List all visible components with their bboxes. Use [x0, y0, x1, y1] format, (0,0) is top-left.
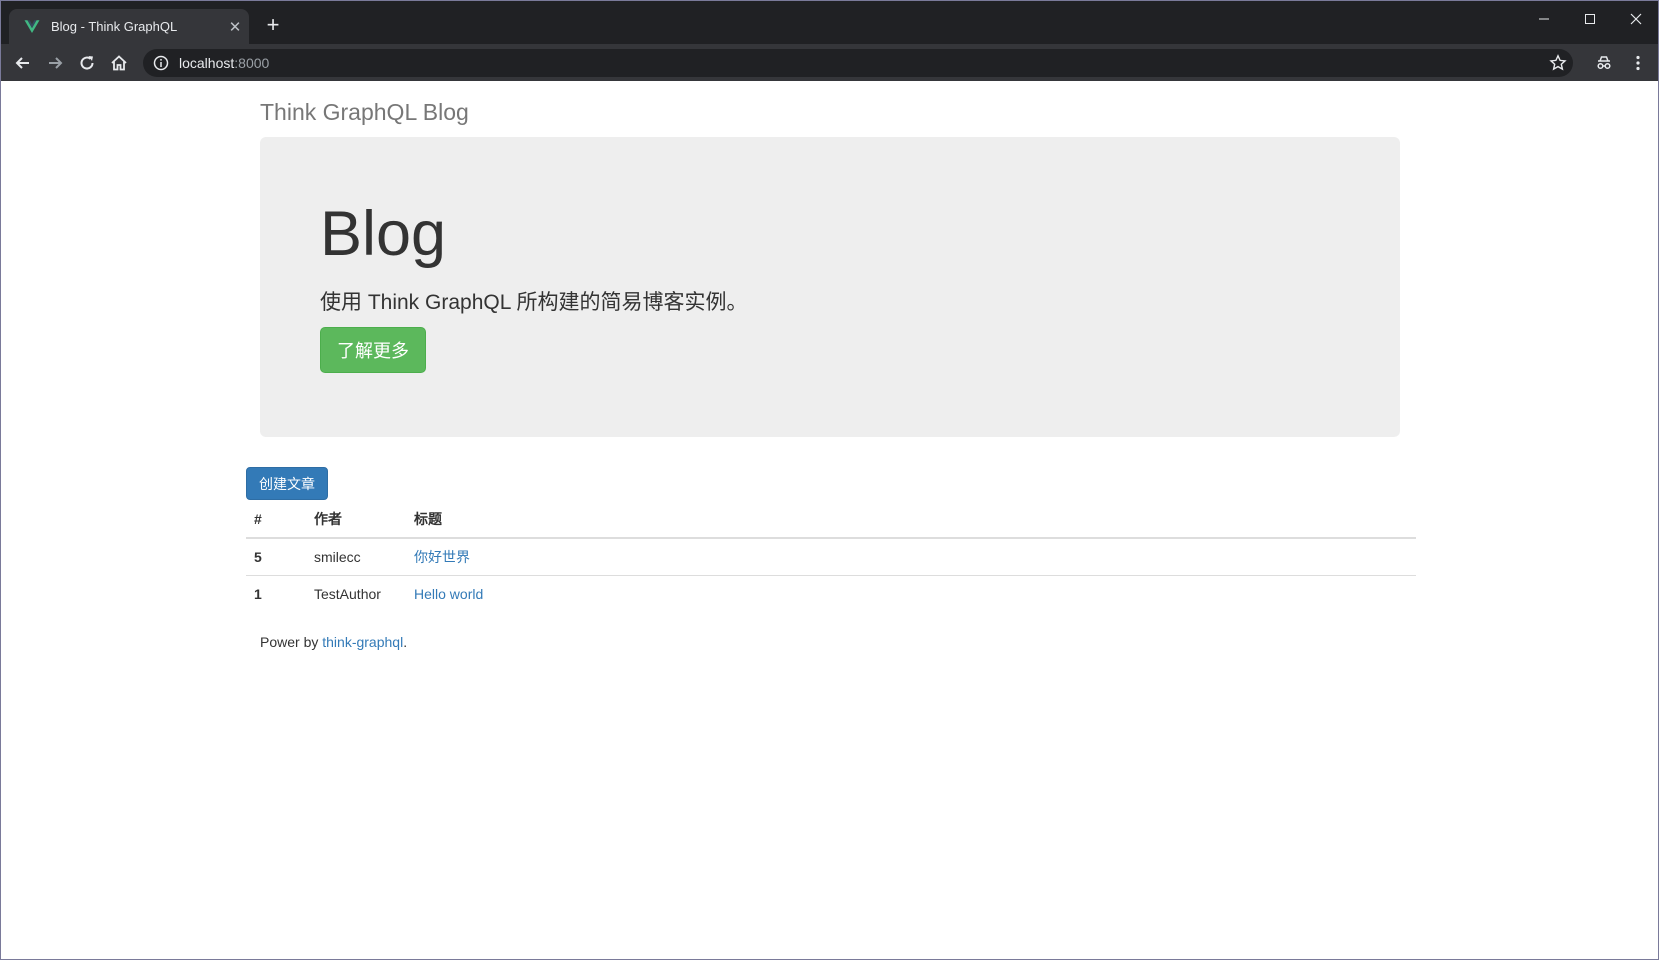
table-header-row: # 作者 标题: [246, 501, 1416, 539]
url-port: :8000: [234, 55, 270, 71]
jumbotron-heading: Blog: [320, 199, 447, 269]
posts-table: # 作者 标题 5 smilecc 你好世界 1 TestAuthor Hell…: [246, 501, 1416, 612]
vue-logo-icon: [24, 19, 40, 33]
tab-title: Blog - Think GraphQL: [51, 19, 178, 34]
browser-titlebar: Blog - Think GraphQL ✕ +: [1, 1, 1658, 44]
jumbotron-lead: 使用 Think GraphQL 所构建的简易博客实例。: [320, 291, 748, 314]
footer-prefix: Power by: [260, 634, 323, 650]
row-author: TestAuthor: [314, 585, 381, 602]
browser-toolbar: localhost :8000: [1, 44, 1658, 81]
window-close-icon[interactable]: [1613, 5, 1659, 33]
table-row: 1 TestAuthor Hello world: [246, 575, 1416, 612]
url-host: localhost: [179, 55, 235, 71]
create-post-button[interactable]: 创建文章: [246, 467, 328, 500]
forward-arrow-icon[interactable]: [42, 50, 68, 76]
tab-close-icon[interactable]: ✕: [221, 18, 249, 36]
window-minimize-icon[interactable]: [1521, 5, 1567, 33]
header-author: 作者: [306, 501, 406, 539]
jumbotron: Blog 使用 Think GraphQL 所构建的简易博客实例。 了解更多: [260, 137, 1400, 437]
row-id: 1: [254, 585, 262, 602]
reload-icon[interactable]: [74, 50, 100, 76]
row-id: 5: [246, 538, 306, 576]
row-author: smilecc: [306, 538, 406, 576]
header-id: #: [246, 501, 306, 539]
post-title-link[interactable]: Hello world: [414, 586, 483, 602]
page-content: Think GraphQL Blog Blog 使用 Think GraphQL…: [1, 81, 1658, 959]
learn-more-button[interactable]: 了解更多: [320, 327, 426, 373]
site-title: Think GraphQL Blog: [260, 99, 469, 125]
post-title-link[interactable]: 你好世界: [414, 549, 470, 565]
menu-kebab-icon[interactable]: [1625, 50, 1651, 76]
row-title-cell: Hello world: [406, 575, 1416, 612]
window-maximize-icon[interactable]: [1567, 5, 1613, 33]
header-title: 标题: [406, 501, 1416, 539]
new-tab-plus-icon[interactable]: +: [261, 13, 285, 37]
address-bar[interactable]: localhost :8000: [143, 49, 1573, 77]
browser-tab-active[interactable]: Blog - Think GraphQL ✕: [9, 9, 249, 44]
back-arrow-icon[interactable]: [10, 50, 36, 76]
table-row: 5 smilecc 你好世界: [246, 538, 1416, 576]
footer: Power by think-graphql.: [260, 634, 407, 650]
row-title-cell: 你好世界: [406, 538, 1416, 576]
incognito-icon[interactable]: [1591, 50, 1617, 76]
bookmark-star-icon[interactable]: [1549, 54, 1567, 72]
footer-suffix: .: [403, 634, 408, 650]
home-icon[interactable]: [106, 50, 132, 76]
footer-link[interactable]: think-graphql: [322, 634, 403, 650]
info-icon[interactable]: [153, 55, 169, 71]
